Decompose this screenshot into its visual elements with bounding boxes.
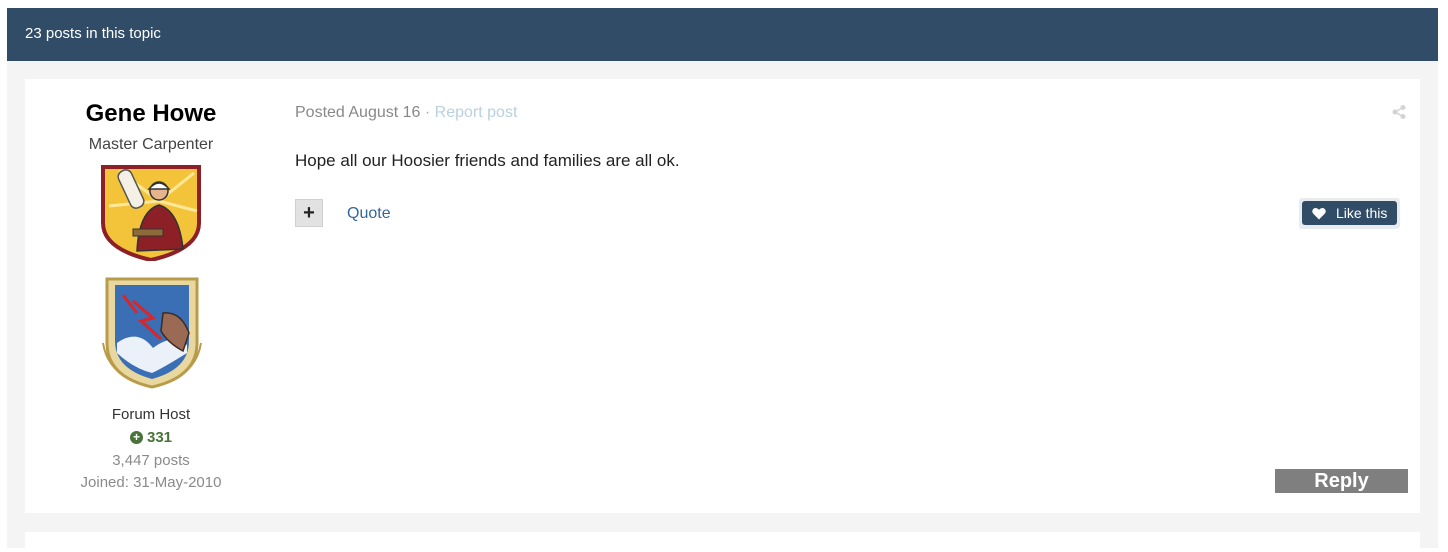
- strategic-air-command-badge: [102, 277, 202, 389]
- share-icon[interactable]: [1391, 104, 1407, 120]
- author-title: Master Carpenter: [88, 136, 214, 153]
- quote-button[interactable]: Quote: [347, 205, 391, 223]
- author-joined-date: Joined: 31-May-2010: [80, 474, 222, 491]
- reply-button[interactable]: Reply: [1275, 469, 1408, 493]
- posted-date[interactable]: Posted August 16: [295, 104, 420, 121]
- like-label: Like this: [1336, 205, 1388, 221]
- heart-icon: [1312, 207, 1326, 220]
- reputation: +331: [25, 429, 277, 446]
- plus-circle-icon: +: [129, 431, 143, 444]
- multiquote-button[interactable]: +: [295, 199, 323, 227]
- post-body: Hope all our Hoosier friends and familie…: [295, 151, 680, 170]
- report-post-link[interactable]: Report post: [435, 104, 518, 121]
- author-post-count: 3,447 posts: [112, 452, 190, 469]
- next-post: [25, 532, 1420, 552]
- post-count: 23 posts in this topic: [25, 25, 161, 42]
- post: Gene Howe Master Carpenter Forum Host + …: [25, 79, 1420, 513]
- reputation-count: 331: [146, 429, 173, 446]
- topic-header: 23 posts in this topic: [7, 8, 1438, 61]
- like-button[interactable]: Like this: [1302, 201, 1397, 225]
- post-meta: Posted August 16 · Report post: [295, 104, 517, 122]
- topic-container: 23 posts in this topic Gene Howe Master …: [7, 8, 1438, 552]
- author-group: Forum Host: [111, 406, 191, 423]
- meta-separator: ·: [424, 104, 431, 121]
- author-name[interactable]: Gene Howe: [25, 100, 277, 128]
- avatar[interactable]: [99, 161, 203, 261]
- like-container: Like this: [1299, 198, 1400, 229]
